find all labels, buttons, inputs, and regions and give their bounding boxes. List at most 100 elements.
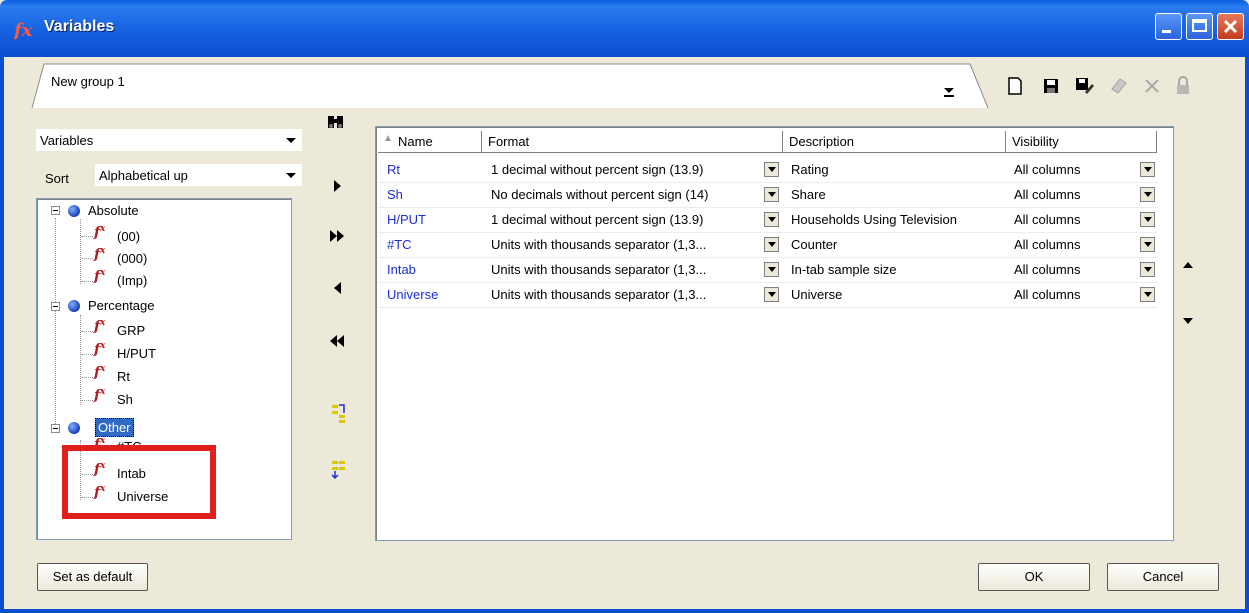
set-as-default-button[interactable]: Set as default [37,563,148,591]
tree-group-other[interactable]: Other [95,418,134,437]
app-icon: fx [14,20,33,41]
table-row[interactable]: Sh No decimals without percent sign (14)… [378,183,1158,208]
cancel-button[interactable]: Cancel [1107,563,1219,591]
format-dropdown-button[interactable] [764,187,779,202]
format-dropdown-button[interactable] [764,262,779,277]
window-frame-left [0,57,4,613]
cell-visibility: All columns [1014,162,1081,177]
fx-icon: fx [94,364,106,381]
globe-icon [68,205,80,217]
tree-connector [81,331,93,332]
tree-item[interactable]: (Imp) [117,273,147,288]
ok-button[interactable]: OK [978,563,1090,591]
tree-connector [80,315,81,405]
column-header-label: Format [488,134,530,149]
fx-icon: fx [94,246,106,263]
visibility-dropdown-button[interactable] [1140,187,1155,202]
lock-icon[interactable] [1172,75,1194,97]
fx-icon: fx [94,387,106,404]
cell-format: 1 decimal without percent sign (13.9) [491,162,704,177]
cell-visibility: All columns [1014,212,1081,227]
column-header-description[interactable]: Description [783,131,1006,153]
window-frame-bottom [0,609,1249,613]
format-dropdown-button[interactable] [764,237,779,252]
format-dropdown-button[interactable] [764,287,779,302]
table-row[interactable]: Universe Units with thousands separator … [378,283,1158,308]
cell-name: Universe [387,287,439,302]
cell-name: Intab [387,262,416,277]
table-row[interactable]: H/PUT 1 decimal without percent sign (13… [378,208,1158,233]
column-header-name[interactable]: Name ▲ [378,131,482,153]
cell-format: Units with thousands separator (1,3... [491,262,707,277]
close-button[interactable] [1217,13,1244,40]
window-frame-right [1245,57,1249,613]
group-dropdown-arrow[interactable] [944,88,954,93]
save-as-icon[interactable] [1073,75,1095,97]
visibility-dropdown-button[interactable] [1140,262,1155,277]
sort-ascending-icon[interactable] [330,403,348,425]
delete-icon[interactable] [1141,75,1163,97]
format-dropdown-button[interactable] [764,162,779,177]
visibility-dropdown-button[interactable] [1140,212,1155,227]
sort-indicator-icon: ▲ [383,133,393,144]
table-row[interactable]: Intab Units with thousands separator (1,… [378,258,1158,283]
move-right-icon[interactable] [334,180,341,192]
sort-descending-icon[interactable] [330,458,348,480]
tree-item[interactable]: (000) [117,251,147,266]
find-icon[interactable] [326,114,346,130]
fx-icon: fx [94,268,106,285]
fx-icon: fx [94,341,106,358]
window-title: Variables [44,18,115,35]
cell-visibility: All columns [1014,287,1081,302]
move-all-left-icon[interactable] [330,335,346,347]
category-combo-value: Variables [40,133,94,148]
move-all-right-icon[interactable] [330,230,346,242]
visibility-dropdown-button[interactable] [1140,237,1155,252]
move-down-icon[interactable] [1183,318,1193,324]
highlight-box [62,445,216,519]
cell-description: Counter [791,237,838,252]
tree-connector [81,377,93,378]
group-tab-shape [31,63,989,109]
save-icon[interactable] [1040,75,1062,97]
title-bar [0,0,1249,57]
category-combo[interactable]: Variables [36,129,302,151]
minimize-button[interactable] [1155,13,1182,40]
tree-connector [81,400,93,401]
visibility-dropdown-button[interactable] [1140,287,1155,302]
tree-collapse-toggle[interactable] [51,424,60,433]
tree-item[interactable]: Sh [117,392,133,407]
tree-collapse-toggle[interactable] [51,302,60,311]
visibility-dropdown-button[interactable] [1140,162,1155,177]
maximize-button[interactable] [1186,13,1213,40]
table-row[interactable]: #TC Units with thousands separator (1,3.… [378,233,1158,258]
sort-combo-value: Alphabetical up [99,168,188,183]
edit-icon[interactable] [1108,75,1130,97]
group-selector[interactable]: New group 1 [51,74,125,89]
globe-icon [68,300,80,312]
move-left-icon[interactable] [334,282,341,294]
table-row[interactable]: Rt 1 decimal without percent sign (13.9)… [378,158,1158,183]
globe-icon [68,422,80,434]
tree-group-percentage[interactable]: Percentage [88,298,155,313]
cell-name: Rt [387,162,400,177]
tree-item[interactable]: H/PUT [117,346,156,361]
column-header-label: Visibility [1012,134,1059,149]
cell-description: Share [791,187,826,202]
column-header-visibility[interactable]: Visibility [1006,131,1157,153]
move-up-icon[interactable] [1183,262,1193,268]
column-header-format[interactable]: Format [482,131,783,153]
sort-combo[interactable]: Alphabetical up [95,164,302,186]
tree-group-absolute[interactable]: Absolute [88,203,139,218]
format-dropdown-button[interactable] [764,212,779,227]
fx-icon: fx [94,224,106,241]
tree-item[interactable]: GRP [117,323,145,338]
tree-connector [80,219,81,284]
chevron-down-icon [286,173,296,178]
tree-collapse-toggle[interactable] [51,206,60,215]
tree-item[interactable]: (00) [117,229,140,244]
new-icon[interactable] [1004,75,1026,97]
tree-item[interactable]: Rt [117,369,130,384]
cell-name: H/PUT [387,212,426,227]
tree-connector [81,281,93,282]
